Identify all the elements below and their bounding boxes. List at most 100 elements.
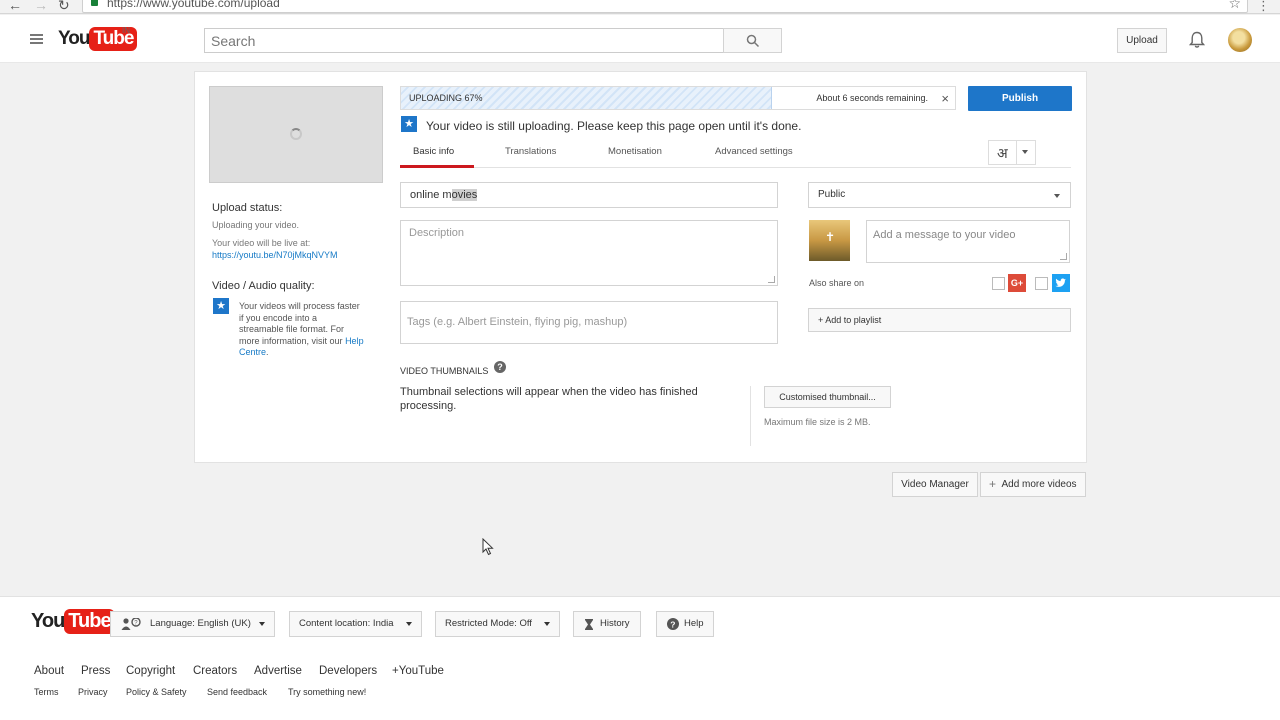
search-input[interactable] bbox=[205, 29, 723, 52]
mouse-cursor-icon bbox=[482, 538, 494, 556]
forward-icon[interactable]: → bbox=[34, 0, 48, 13]
title-field[interactable]: online movies bbox=[400, 182, 778, 208]
live-at-label: Your video will be live at: bbox=[212, 238, 311, 248]
loading-spinner-icon bbox=[290, 128, 302, 140]
help-icon: ? bbox=[667, 618, 679, 630]
youtube-logo[interactable]: You Tube IN bbox=[58, 26, 138, 53]
help-button[interactable]: ? Help bbox=[656, 611, 714, 637]
google-plus-icon[interactable]: G+ bbox=[1008, 274, 1026, 292]
footer-link-press[interactable]: Press bbox=[81, 665, 110, 677]
footer: You Tube ? Language: English (UK) Content… bbox=[0, 596, 1280, 720]
tab-monetisation[interactable]: Monetisation bbox=[608, 146, 662, 157]
footer-link-copyright[interactable]: Copyright bbox=[126, 665, 175, 677]
divider bbox=[750, 386, 751, 446]
guide-menu-icon[interactable] bbox=[30, 34, 43, 46]
footer-link-developers[interactable]: Developers bbox=[319, 665, 377, 677]
chevron-down-icon bbox=[259, 622, 265, 626]
time-remaining: About 6 seconds remaining. bbox=[816, 93, 928, 103]
share-message-field[interactable]: Add a message to your video bbox=[866, 220, 1070, 263]
content-location-label: Content location: India bbox=[299, 618, 394, 629]
custom-thumbnail-button[interactable]: Customised thumbnail... bbox=[764, 386, 891, 408]
also-share-label: Also share on bbox=[809, 278, 865, 288]
title-text: online m bbox=[410, 189, 452, 201]
help-label: Help bbox=[684, 618, 704, 629]
logo-tube-text: Tube bbox=[89, 27, 138, 51]
resize-handle[interactable] bbox=[1060, 253, 1067, 260]
tags-field[interactable]: Tags (e.g. Albert Einstein, flying pig, … bbox=[400, 301, 778, 344]
tab-translations[interactable]: Translations bbox=[505, 146, 556, 157]
help-icon[interactable]: ? bbox=[494, 361, 506, 373]
hourglass-icon bbox=[585, 619, 593, 630]
footer-link-advertise[interactable]: Advertise bbox=[254, 665, 302, 677]
browser-toolbar: ← → ↻ https://www.youtube.com/upload ☆ ⋮ bbox=[0, 0, 1280, 14]
channel-thumbnail: ✝ bbox=[809, 220, 850, 261]
twitter-bird-icon bbox=[1055, 278, 1066, 287]
info-star-icon: ★ bbox=[213, 298, 229, 314]
upload-status-text: Uploading your video. bbox=[212, 220, 300, 230]
add-to-playlist-button[interactable]: + Add to playlist bbox=[808, 308, 1071, 332]
secure-lock-icon bbox=[91, 0, 98, 6]
publish-button[interactable]: Publish bbox=[968, 86, 1072, 111]
language-dropdown[interactable]: अ bbox=[988, 140, 1036, 165]
footer-link-try-something-new[interactable]: Try something new! bbox=[288, 687, 366, 697]
upload-button[interactable]: Upload bbox=[1117, 28, 1167, 53]
history-label: History bbox=[600, 618, 630, 629]
language-label: Language: English (UK) bbox=[150, 618, 251, 629]
share-message-placeholder: Add a message to your video bbox=[873, 229, 1016, 241]
reload-icon[interactable]: ↻ bbox=[58, 0, 70, 14]
footer-link-about[interactable]: About bbox=[34, 665, 64, 677]
video-live-link[interactable]: https://youtu.be/N70jMkqNVYM bbox=[212, 250, 338, 260]
video-manager-button[interactable]: Video Manager bbox=[892, 472, 978, 497]
language-button[interactable]: ? Language: English (UK) bbox=[110, 611, 275, 637]
back-icon[interactable]: ← bbox=[8, 0, 22, 13]
upload-tabs: Basic info Translations Monetisation Adv… bbox=[400, 140, 1071, 168]
uploading-info-star-icon: ★ bbox=[401, 116, 417, 132]
tab-advanced-settings[interactable]: Advanced settings bbox=[715, 146, 793, 157]
logo-you-text: You bbox=[58, 28, 91, 49]
bookmark-star-icon[interactable]: ☆ bbox=[1228, 0, 1241, 12]
description-field[interactable]: Description bbox=[400, 220, 778, 286]
add-more-videos-button[interactable]: + Add more videos bbox=[980, 472, 1086, 497]
restricted-mode-button[interactable]: Restricted Mode: Off bbox=[435, 611, 560, 637]
footer-link-policy-safety[interactable]: Policy & Safety bbox=[126, 687, 187, 697]
twitter-icon[interactable] bbox=[1052, 274, 1070, 292]
footer-logo-tube-text: Tube bbox=[64, 609, 115, 634]
upload-progress-bar: UPLOADING 67% About 6 seconds remaining.… bbox=[400, 86, 956, 110]
video-preview bbox=[209, 86, 383, 183]
twitter-checkbox[interactable] bbox=[1035, 277, 1048, 290]
restricted-mode-label: Restricted Mode: Off bbox=[445, 618, 532, 629]
quality-note: Your videos will process faster if you e… bbox=[239, 301, 364, 359]
quality-title: Video / Audio quality: bbox=[212, 280, 315, 292]
tags-placeholder: Tags (e.g. Albert Einstein, flying pig, … bbox=[407, 316, 628, 328]
footer-logo-you-text: You bbox=[31, 610, 65, 632]
privacy-value: Public bbox=[818, 189, 846, 200]
quality-note-suffix: . bbox=[266, 347, 269, 357]
footer-link-creators[interactable]: Creators bbox=[193, 665, 237, 677]
uploading-message: Your video is still uploading. Please ke… bbox=[426, 119, 802, 133]
footer-youtube-logo[interactable]: You Tube bbox=[31, 609, 115, 637]
masthead: YouTube IN Upload bbox=[0, 15, 1280, 63]
footer-link-send-feedback[interactable]: Send feedback bbox=[207, 687, 267, 697]
account-avatar[interactable] bbox=[1228, 28, 1252, 52]
resize-handle[interactable] bbox=[768, 276, 775, 283]
notifications-bell-icon[interactable] bbox=[1189, 31, 1205, 49]
language-people-icon: ? bbox=[121, 618, 141, 630]
title-selected-text: ovies bbox=[451, 189, 478, 201]
chevron-down-icon bbox=[1022, 150, 1028, 154]
footer-link-privacy[interactable]: Privacy bbox=[78, 687, 108, 697]
browser-menu-icon[interactable]: ⋮ bbox=[1257, 0, 1270, 14]
thumbnails-title: VIDEO THUMBNAILS bbox=[400, 366, 489, 376]
tab-basic-info[interactable]: Basic info bbox=[413, 146, 454, 157]
history-button[interactable]: History bbox=[573, 611, 641, 637]
privacy-dropdown[interactable]: Public bbox=[808, 182, 1071, 208]
thumbnails-message: Thumbnail selections will appear when th… bbox=[400, 386, 698, 412]
content-location-button[interactable]: Content location: India bbox=[289, 611, 422, 637]
address-url[interactable]: https://www.youtube.com/upload bbox=[107, 0, 280, 10]
search-button[interactable] bbox=[723, 28, 782, 53]
address-bar[interactable]: https://www.youtube.com/upload ☆ bbox=[82, 0, 1248, 13]
footer-link-plus-youtube[interactable]: +YouTube bbox=[392, 665, 444, 677]
cancel-upload-icon[interactable]: × bbox=[941, 91, 949, 106]
footer-link-terms[interactable]: Terms bbox=[34, 687, 59, 697]
gplus-checkbox[interactable] bbox=[992, 277, 1005, 290]
quality-note-text: Your videos will process faster if you e… bbox=[239, 301, 360, 346]
